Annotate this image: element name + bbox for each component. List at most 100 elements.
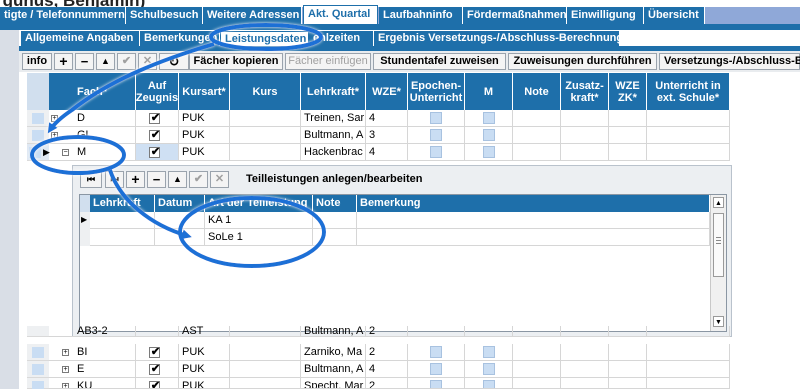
table-cell-zeugnis[interactable]: ✔ xyxy=(136,378,179,389)
table-cell-wze-zk[interactable] xyxy=(609,110,647,127)
table-cell-m[interactable] xyxy=(465,326,513,337)
table-cell-note[interactable] xyxy=(513,361,561,378)
table-cell-wze-zk[interactable] xyxy=(609,344,647,361)
sub-cell-note[interactable] xyxy=(313,229,357,246)
table-cell-zusatzkraft[interactable] xyxy=(561,344,609,361)
checkbox[interactable]: ✔ xyxy=(149,364,160,375)
table-cell-zeugnis[interactable]: ✔ xyxy=(136,361,179,378)
row-selector[interactable] xyxy=(27,378,49,389)
tab-einwilligung[interactable]: Einwilligung xyxy=(567,7,644,24)
nav-last-button[interactable]: ⏭ xyxy=(105,171,124,188)
table-cell-zusatzkraft[interactable] xyxy=(561,361,609,378)
table-cell-kursart[interactable]: PUK xyxy=(179,110,230,127)
table-cell-wze[interactable]: 4 xyxy=(366,144,408,161)
checkbox[interactable] xyxy=(430,146,442,158)
sub-column-header-note[interactable]: Note xyxy=(313,195,357,212)
sub-column-header-bemerkung[interactable]: Bemerkung xyxy=(357,195,710,212)
sub-cell-datum[interactable] xyxy=(155,229,205,246)
table-cell-m[interactable] xyxy=(465,110,513,127)
table-cell-epochen[interactable] xyxy=(408,378,465,389)
table-cell-ext[interactable] xyxy=(647,110,730,127)
table-cell-wze[interactable]: 3 xyxy=(366,127,408,144)
checkbox[interactable] xyxy=(430,129,442,141)
tab-leistungsdaten[interactable]: Leistungsdaten xyxy=(220,31,309,46)
sub-cell-art[interactable]: KA 1 xyxy=(205,212,313,229)
table-cell-ext[interactable] xyxy=(647,144,730,161)
sub-row-selector-current[interactable]: ▶ xyxy=(80,212,90,229)
sub-cell-datum[interactable] xyxy=(155,212,205,229)
checkbox[interactable]: ✔ xyxy=(149,147,160,158)
expand-icon[interactable]: + xyxy=(62,349,69,356)
table-cell-wze-zk[interactable] xyxy=(609,326,647,337)
table-cell-zusatzkraft[interactable] xyxy=(561,127,609,144)
table-cell-note[interactable] xyxy=(513,144,561,161)
table-cell-note[interactable] xyxy=(513,344,561,361)
sub-confirm-button[interactable]: ✔ xyxy=(189,171,208,188)
table-cell-kursart[interactable]: PUK xyxy=(179,144,230,161)
table-cell-kursart[interactable]: PUK xyxy=(179,361,230,378)
confirm-button[interactable]: ✔ xyxy=(117,53,136,70)
table-cell-zusatzkraft[interactable] xyxy=(561,378,609,389)
checkbox[interactable] xyxy=(430,112,442,124)
sub-column-header-datum[interactable]: Datum xyxy=(155,195,205,212)
column-header-kursart[interactable]: Kursart* xyxy=(179,73,230,110)
table-cell-wze[interactable]: 2 xyxy=(366,344,408,361)
collapse-icon[interactable]: − xyxy=(62,149,69,156)
checkbox[interactable] xyxy=(483,363,495,375)
sub-cell-lehrkraft[interactable] xyxy=(90,229,155,246)
scroll-up-icon[interactable]: ▲ xyxy=(713,197,724,208)
sub-cell-bemerkung[interactable] xyxy=(357,212,710,229)
tab-fehlzeiten[interactable]: ehlzeiten xyxy=(309,31,374,46)
checkbox[interactable] xyxy=(483,346,495,358)
table-cell-fach[interactable]: AB3-2 xyxy=(49,326,136,337)
table-cell-zeugnis[interactable]: ✔ xyxy=(136,110,179,127)
refresh-button[interactable]: ↻ xyxy=(159,53,189,70)
column-header-wze-zk[interactable]: WZE ZK* xyxy=(609,73,647,110)
table-cell-fach[interactable]: + E xyxy=(49,361,136,378)
sub-cell-note[interactable] xyxy=(313,212,357,229)
checkbox[interactable]: ✔ xyxy=(149,130,160,141)
table-cell-wze[interactable]: 2 xyxy=(366,378,408,389)
checkbox[interactable] xyxy=(430,346,442,358)
expand-icon[interactable]: + xyxy=(62,366,69,373)
table-cell-zeugnis[interactable] xyxy=(136,326,179,337)
table-cell-wze[interactable]: 2 xyxy=(366,326,408,337)
table-cell-wze-zk[interactable] xyxy=(609,378,647,389)
table-cell-ext[interactable] xyxy=(647,127,730,144)
scroll-thumb[interactable] xyxy=(713,213,724,277)
nav-first-button[interactable]: ⏮ xyxy=(80,171,102,188)
expand-icon[interactable]: + xyxy=(51,132,58,139)
table-cell-epochen[interactable] xyxy=(408,344,465,361)
expand-icon[interactable]: + xyxy=(62,383,69,388)
table-cell-kursart[interactable]: AST xyxy=(179,326,230,337)
sub-cancel-button[interactable]: ✕ xyxy=(210,171,229,188)
sub-column-header-lehrkraft[interactable]: Lehrkraft xyxy=(90,195,155,212)
column-header-ext-schule[interactable]: Unterricht in ext. Schule* xyxy=(647,73,730,110)
tab-uebersicht[interactable]: Übersicht xyxy=(644,7,705,24)
tab-schulbesuch[interactable]: Schulbesuch xyxy=(126,7,203,24)
column-header-m[interactable]: M xyxy=(465,73,513,110)
sub-row-selector[interactable] xyxy=(80,229,90,246)
column-header-zusatzkraft[interactable]: Zusatz-kraft* xyxy=(561,73,609,110)
table-cell-wze-zk[interactable] xyxy=(609,144,647,161)
table-cell-kurs[interactable] xyxy=(230,361,301,378)
table-cell-ext[interactable] xyxy=(647,326,730,337)
row-selector[interactable] xyxy=(27,326,49,337)
table-cell-kurs[interactable] xyxy=(230,144,301,161)
table-cell-m[interactable] xyxy=(465,127,513,144)
table-cell-kursart[interactable]: PUK xyxy=(179,344,230,361)
table-cell-zusatzkraft[interactable] xyxy=(561,110,609,127)
table-cell-fach[interactable]: + GL xyxy=(49,127,136,144)
table-cell-fach[interactable]: + D xyxy=(49,110,136,127)
checkbox[interactable] xyxy=(483,146,495,158)
move-up-button[interactable]: ▲ xyxy=(96,53,115,70)
promotion-calc-button[interactable]: Versetzungs-/Abschluss-Be xyxy=(659,53,800,70)
checkbox[interactable] xyxy=(430,380,442,388)
paste-subjects-button[interactable]: Fächer einfügen xyxy=(285,53,371,70)
table-cell-epochen[interactable] xyxy=(408,127,465,144)
table-cell-m[interactable] xyxy=(465,144,513,161)
column-header-lehrkraft[interactable]: Lehrkraft* xyxy=(301,73,366,110)
checkbox[interactable]: ✔ xyxy=(149,347,160,358)
table-cell-kurs[interactable] xyxy=(230,378,301,389)
expand-icon[interactable]: + xyxy=(51,115,58,122)
